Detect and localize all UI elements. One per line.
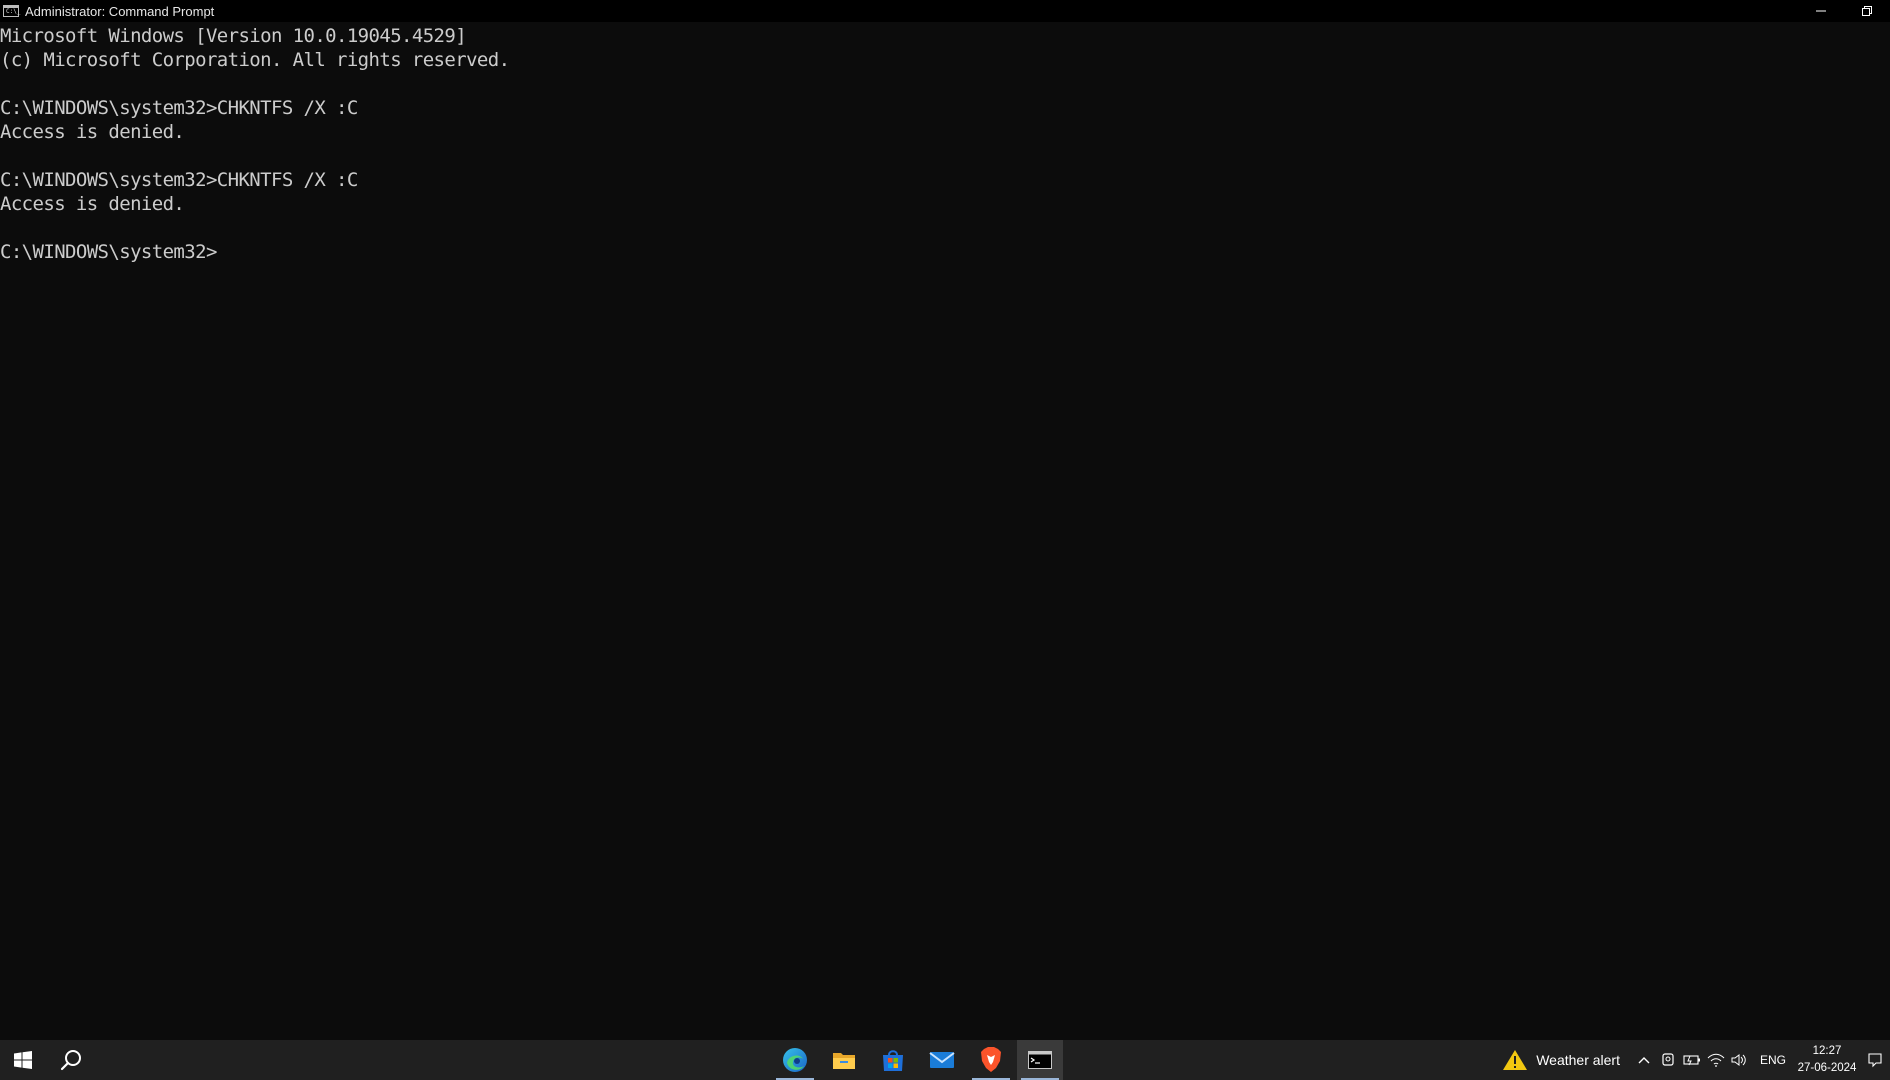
console-line: Access is denied. (0, 121, 185, 143)
restore-icon (1862, 6, 1872, 16)
tray-volume[interactable] (1728, 1040, 1752, 1080)
cmd-icon-glyph: C:\_ (6, 8, 21, 15)
volume-icon (1731, 1054, 1746, 1066)
taskbar-app-mail[interactable] (919, 1040, 965, 1080)
console-line: C:\WINDOWS\system32>CHKNTFS /X :C (0, 97, 358, 119)
tray-battery[interactable] (1680, 1040, 1704, 1080)
taskbar-app-edge[interactable] (772, 1040, 818, 1080)
taskbar-app-microsoft-store[interactable] (870, 1040, 916, 1080)
windows-logo-icon (14, 1051, 32, 1069)
cmd-icon[interactable]: C:\_ (3, 5, 21, 17)
search-button[interactable] (48, 1040, 94, 1080)
warning-icon (1503, 1050, 1528, 1070)
input-language-indicator[interactable]: ENG (1752, 1040, 1794, 1080)
tray-network[interactable] (1704, 1040, 1728, 1080)
notifications-button[interactable] (1860, 1040, 1890, 1080)
console-prompt-line[interactable]: C:\WINDOWS\system32> (0, 240, 1890, 264)
restore-button[interactable] (1844, 0, 1890, 22)
window-title-bar[interactable]: C:\_ Administrator: Command Prompt (0, 0, 1890, 22)
taskbar: Weather alert ENG 12:27 27-06-2024 (0, 1040, 1890, 1080)
desktop-screen: C:\_ Administrator: Command Prompt Micro… (0, 0, 1890, 1080)
meet-now-icon (1662, 1053, 1674, 1066)
clock-time: 12:27 (1812, 1045, 1842, 1057)
weather-alert-widget[interactable]: Weather alert (1492, 1040, 1632, 1080)
taskbar-app-file-explorer[interactable] (821, 1040, 867, 1080)
brave-icon (981, 1047, 1001, 1072)
window-controls (1798, 0, 1890, 22)
window-title: Administrator: Command Prompt (25, 3, 215, 19)
wifi-icon (1707, 1053, 1725, 1067)
file-explorer-icon (833, 1053, 855, 1069)
minimize-button[interactable] (1798, 0, 1844, 22)
chevron-up-icon (1638, 1057, 1650, 1064)
tray-meet-now[interactable] (1656, 1040, 1680, 1080)
console-output[interactable]: Microsoft Windows [Version 10.0.19045.45… (0, 22, 1890, 1040)
edge-icon (783, 1048, 807, 1072)
search-icon (60, 1050, 81, 1071)
taskbar-app-brave[interactable] (968, 1040, 1014, 1080)
clock[interactable]: 12:27 27-06-2024 (1794, 1040, 1860, 1080)
battery-charging-icon (1683, 1055, 1700, 1066)
console-line: (c) Microsoft Corporation. All rights re… (0, 49, 510, 71)
console-line: C:\WINDOWS\system32>CHKNTFS /X :C (0, 169, 358, 191)
taskbar-app-command-prompt[interactable] (1017, 1040, 1063, 1080)
system-tray: Weather alert ENG 12:27 27-06-2024 (1492, 1040, 1890, 1080)
notification-icon (1868, 1053, 1882, 1068)
minimize-icon (1816, 10, 1826, 12)
console-line: Microsoft Windows [Version 10.0.19045.45… (0, 25, 467, 47)
microsoft-store-icon (883, 1050, 903, 1071)
show-hidden-icons-button[interactable] (1632, 1040, 1656, 1080)
weather-alert-label: Weather alert (1536, 1052, 1620, 1068)
console-line: Access is denied. (0, 193, 185, 215)
clock-date: 27-06-2024 (1797, 1062, 1857, 1074)
mail-icon (929, 1052, 955, 1068)
start-button[interactable] (0, 1040, 46, 1080)
cmd-icon (1028, 1051, 1052, 1069)
